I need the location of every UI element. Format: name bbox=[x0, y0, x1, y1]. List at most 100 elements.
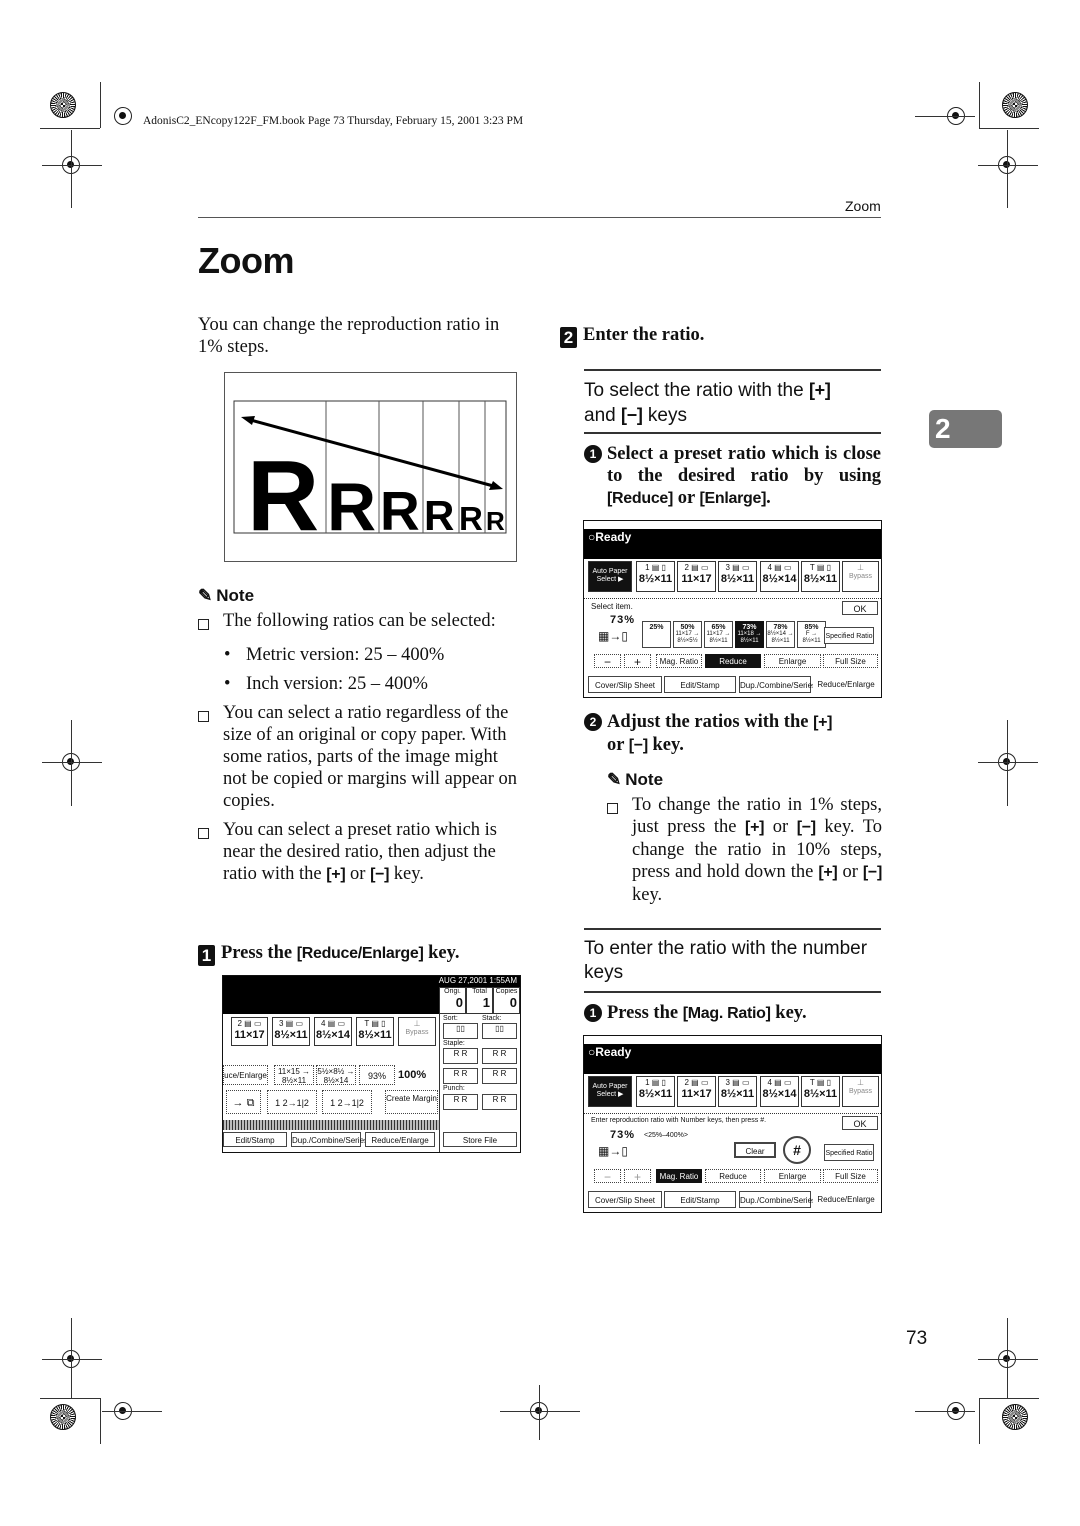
tab-reduce-enlarge[interactable]: Reduce/Enlarge bbox=[365, 1132, 435, 1147]
tray-3-button[interactable]: 3 ▤ ▭ 8½×11 bbox=[718, 561, 757, 592]
plus-key-label: [+] bbox=[326, 866, 346, 883]
store-file-button[interactable]: Store File bbox=[443, 1132, 517, 1147]
current-ratio: 73% bbox=[610, 1129, 636, 1141]
preset-ratio-button[interactable]: 11×15 → 8½×11 bbox=[274, 1065, 314, 1085]
tray-3-button[interactable]: 3 ▤ ▭ 8½×11 bbox=[718, 1076, 757, 1107]
status-text: Ready bbox=[595, 1045, 632, 1059]
tab-dup-combine-series[interactable]: Dup./Combine/Series bbox=[739, 676, 816, 693]
tab-dup-combine-series[interactable]: Dup./Combine/Series bbox=[291, 1132, 368, 1147]
punch-button[interactable]: R R bbox=[482, 1094, 517, 1110]
full-size-button[interactable]: Full Size bbox=[823, 1169, 878, 1183]
tray-4-button[interactable]: 4 ▤ ▭ 8½×14 bbox=[314, 1017, 352, 1046]
reduce-enlarge-button[interactable]: uce/Enlarge bbox=[223, 1065, 268, 1085]
registration-sun-icon bbox=[50, 1404, 76, 1430]
reduce-button[interactable]: Reduce bbox=[705, 1169, 761, 1183]
enlarge-button[interactable]: Enlarge bbox=[764, 1169, 821, 1183]
original-to-copy-icon: ▦→▯ bbox=[598, 1144, 628, 1158]
specified-ratio-button[interactable]: Specified Ratio bbox=[824, 1144, 874, 1161]
preset-paper-sizes: F → 8½×11 bbox=[802, 631, 821, 644]
tab-edit-stamp[interactable]: Edit/Stamp bbox=[664, 676, 736, 693]
note-left: ✎ Note The following ratios can be selec… bbox=[198, 586, 523, 886]
note-right: ✎ Note To change the ratio in 1% steps, … bbox=[607, 770, 882, 906]
tray-4-button[interactable]: 4 ▤ ▭ 8½×14 bbox=[760, 561, 799, 592]
status-bar: ○Ready bbox=[584, 1044, 881, 1074]
auto-paper-select-button[interactable]: Auto Paper Select ▶ bbox=[588, 561, 632, 592]
bypass-tray-button[interactable]: ⊥ Bypass bbox=[842, 561, 879, 592]
tray-t-button[interactable]: T ▤ ▯ 8½×11 bbox=[801, 1076, 840, 1107]
dotted-separator bbox=[223, 1120, 439, 1130]
bypass-tray-button[interactable]: ⊥ Bypass bbox=[842, 1076, 879, 1107]
note-text: The following ratios can be selected: bbox=[223, 611, 496, 631]
minus-button[interactable]: − bbox=[594, 654, 621, 669]
crop-line bbox=[979, 1398, 980, 1444]
ok-button[interactable]: OK bbox=[842, 1116, 878, 1130]
tray-2-button[interactable]: 2 ▤ ▭ 11×17 bbox=[677, 561, 716, 592]
auto-paper-select-button[interactable]: Auto Paper Select ▶ bbox=[588, 1076, 632, 1107]
tab-cover-slip-sheet[interactable]: Cover/Slip Sheet bbox=[588, 1191, 662, 1208]
preset-ratio-85-button[interactable]: 85% F → 8½×11 bbox=[797, 621, 826, 648]
prompt-text: Enter reproduction ratio with Number key… bbox=[591, 1117, 767, 1124]
tray-3-button[interactable]: 3 ▤ ▭ 8½×11 bbox=[272, 1017, 310, 1046]
staple-button[interactable]: R R bbox=[443, 1048, 478, 1064]
punch-button[interactable]: R R bbox=[443, 1094, 478, 1110]
clear-button[interactable]: Clear bbox=[734, 1142, 776, 1158]
bypass-tray-button[interactable]: ⊥ Bypass bbox=[398, 1017, 436, 1046]
tab-dup-combine-series[interactable]: Dup./Combine/Series bbox=[739, 1191, 816, 1208]
tray-4-button[interactable]: 4 ▤ ▭ 8½×14 bbox=[760, 1076, 799, 1107]
mag-ratio-button[interactable]: Mag. Ratio bbox=[656, 654, 702, 668]
full-size-button[interactable]: Full Size bbox=[823, 654, 878, 668]
checkbox-bullet-icon bbox=[198, 828, 209, 839]
staple-button[interactable]: R R bbox=[482, 1048, 517, 1064]
staple-button[interactable]: R R bbox=[443, 1068, 478, 1084]
tab-reduce-enlarge[interactable]: Reduce/Enlarge bbox=[813, 676, 879, 693]
create-margin-button[interactable]: Create Margin bbox=[385, 1090, 438, 1114]
preset-ratio-button[interactable]: 93% bbox=[359, 1065, 395, 1085]
tray-2-button[interactable]: 2 ▤ ▭ 11×17 bbox=[231, 1017, 268, 1046]
ok-button[interactable]: OK bbox=[842, 601, 878, 615]
step-2: 2 Enter the ratio. bbox=[560, 324, 857, 348]
tray-t-button[interactable]: T ▤ ▯ 8½×11 bbox=[356, 1017, 394, 1046]
header-rule bbox=[198, 217, 881, 218]
mag-ratio-button[interactable]: Mag. Ratio bbox=[656, 1169, 702, 1183]
preset-paper-sizes: 11×17 → 8½×11 bbox=[706, 631, 731, 644]
reduce-button[interactable]: Reduce bbox=[705, 654, 761, 668]
preset-ratio-73-button[interactable]: 73% 11×18 → 8½×11 bbox=[735, 621, 764, 648]
step-1: 1 Press the [Reduce/Enlarge] key. bbox=[198, 942, 523, 966]
specified-ratio-button[interactable]: Specified Ratio bbox=[824, 627, 874, 644]
minus-button[interactable]: − bbox=[594, 1169, 621, 1184]
crop-line bbox=[1007, 130, 1008, 208]
preset-ratio-button[interactable]: 5½×8½ → 8½×14 bbox=[316, 1065, 356, 1085]
copier-screen-reduce-enlarge: AUG 27,2001 1:55AM Origi. 0 Total 1 Copies… bbox=[222, 975, 521, 1153]
tab-cover-slip-sheet[interactable]: Cover/Slip Sheet bbox=[588, 676, 662, 693]
booklet-button[interactable]: → ⧉ bbox=[226, 1090, 261, 1114]
plus-button[interactable]: + bbox=[624, 654, 651, 669]
enlarge-key-label: [Enlarge] bbox=[699, 490, 767, 507]
plus-button[interactable]: + bbox=[624, 1169, 651, 1184]
minus-key-label: [−] bbox=[370, 866, 390, 883]
preset-ratio-78-button[interactable]: 78% 8½×14 → 8½×11 bbox=[766, 621, 795, 648]
preset-ratio-50-button[interactable]: 50% 11×17 → 8½×5½ bbox=[673, 621, 702, 648]
combine-2-button[interactable]: 1 2→1|2 bbox=[267, 1090, 317, 1114]
preset-ratio-65-button[interactable]: 65% 11×17 → 8½×11 bbox=[704, 621, 733, 648]
copier-screen-reduce: ○Ready Auto Paper Select ▶ 1 ▤ ▯ 8½×11 2 … bbox=[583, 520, 882, 698]
tray-1-button[interactable]: 1 ▤ ▯ 8½×11 bbox=[636, 1076, 675, 1107]
preset-ratio-25-button[interactable]: 25% bbox=[642, 621, 671, 648]
note-item: You can select a preset ratio which is n… bbox=[198, 819, 523, 886]
letter-r: R bbox=[247, 440, 319, 552]
tab-edit-stamp[interactable]: Edit/Stamp bbox=[664, 1191, 736, 1208]
tray-1-button[interactable]: 1 ▤ ▯ 8½×11 bbox=[636, 561, 675, 592]
tab-edit-stamp[interactable]: Edit/Stamp bbox=[223, 1132, 287, 1147]
staple-button[interactable]: R R bbox=[482, 1068, 517, 1084]
stack-button[interactable]: ▯▯ bbox=[482, 1023, 517, 1039]
hash-key-icon[interactable]: # bbox=[783, 1136, 811, 1164]
tray-2-button[interactable]: 2 ▤ ▭ 11×17 bbox=[677, 1076, 716, 1107]
tab-reduce-enlarge[interactable]: Reduce/Enlarge bbox=[813, 1191, 879, 1208]
ratio-range: <25%–400%> bbox=[644, 1132, 688, 1139]
sort-button[interactable]: ▯▯ bbox=[443, 1023, 478, 1039]
substep-select-preset: 1 Select a preset ratio which is close t… bbox=[584, 443, 881, 510]
combine-4-button[interactable]: 1 2→1|2 bbox=[322, 1090, 372, 1114]
bullet-item: • Metric version: 25 – 400% bbox=[224, 645, 445, 665]
tray-t-button[interactable]: T ▤ ▯ 8½×11 bbox=[801, 561, 840, 592]
note-text: You can select a ratio regardless of the… bbox=[223, 703, 518, 811]
enlarge-button[interactable]: Enlarge bbox=[764, 654, 821, 668]
